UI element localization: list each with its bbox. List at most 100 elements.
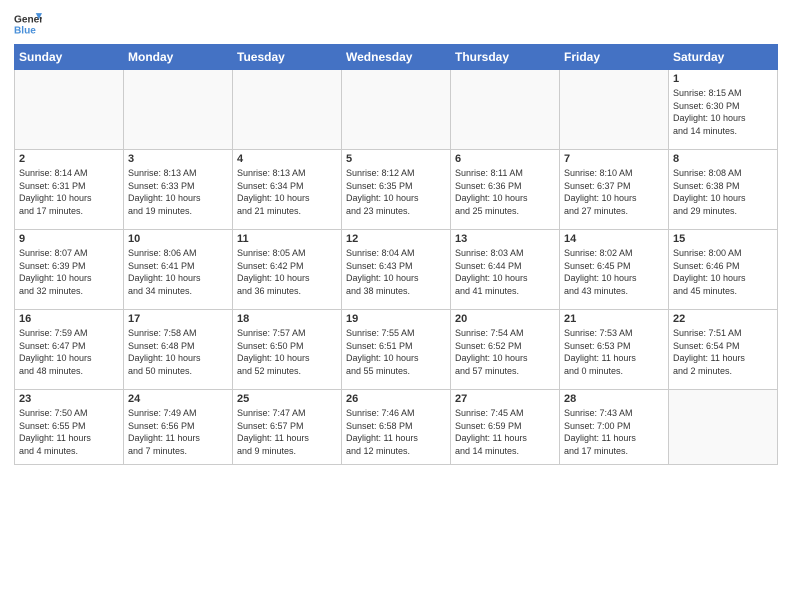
day-info: Sunrise: 8:02 AM Sunset: 6:45 PM Dayligh…: [564, 247, 664, 297]
weekday-header-wednesday: Wednesday: [342, 45, 451, 70]
day-number: 21: [564, 313, 664, 325]
day-info: Sunrise: 7:58 AM Sunset: 6:48 PM Dayligh…: [128, 327, 228, 377]
calendar-cell: 10 Sunrise: 8:06 AM Sunset: 6:41 PM Dayli…: [124, 230, 233, 310]
weekday-header-tuesday: Tuesday: [233, 45, 342, 70]
calendar-cell: 18 Sunrise: 7:57 AM Sunset: 6:50 PM Dayli…: [233, 310, 342, 390]
calendar-cell: 23 Sunrise: 7:50 AM Sunset: 6:55 PM Dayli…: [15, 390, 124, 465]
calendar-cell: 20 Sunrise: 7:54 AM Sunset: 6:52 PM Dayli…: [451, 310, 560, 390]
calendar-cell: 3 Sunrise: 8:13 AM Sunset: 6:33 PM Daylig…: [124, 150, 233, 230]
day-info: Sunrise: 8:11 AM Sunset: 6:36 PM Dayligh…: [455, 167, 555, 217]
weekday-header-thursday: Thursday: [451, 45, 560, 70]
day-info: Sunrise: 7:51 AM Sunset: 6:54 PM Dayligh…: [673, 327, 773, 377]
weekday-header-sunday: Sunday: [15, 45, 124, 70]
day-info: Sunrise: 8:15 AM Sunset: 6:30 PM Dayligh…: [673, 87, 773, 137]
day-number: 25: [237, 393, 337, 405]
weekday-header-row: SundayMondayTuesdayWednesdayThursdayFrid…: [15, 45, 778, 70]
calendar-cell: 13 Sunrise: 8:03 AM Sunset: 6:44 PM Dayli…: [451, 230, 560, 310]
day-number: 23: [19, 393, 119, 405]
logo-icon: General Blue: [14, 10, 42, 38]
day-number: 26: [346, 393, 446, 405]
weekday-header-saturday: Saturday: [669, 45, 778, 70]
day-info: Sunrise: 8:14 AM Sunset: 6:31 PM Dayligh…: [19, 167, 119, 217]
calendar-cell: 22 Sunrise: 7:51 AM Sunset: 6:54 PM Dayli…: [669, 310, 778, 390]
week-row-3: 9Sunrise: 8:07 AM Sunset: 6:39 PM Daylig…: [15, 230, 778, 310]
calendar-cell: [669, 390, 778, 465]
day-number: 16: [19, 313, 119, 325]
day-info: Sunrise: 7:47 AM Sunset: 6:57 PM Dayligh…: [237, 407, 337, 457]
day-number: 6: [455, 153, 555, 165]
calendar-cell: 9Sunrise: 8:07 AM Sunset: 6:39 PM Daylig…: [15, 230, 124, 310]
day-number: 2: [19, 153, 119, 165]
day-number: 15: [673, 233, 773, 245]
calendar-cell: 4 Sunrise: 8:13 AM Sunset: 6:34 PM Daylig…: [233, 150, 342, 230]
week-row-4: 16 Sunrise: 7:59 AM Sunset: 6:47 PM Dayli…: [15, 310, 778, 390]
calendar-cell: 26 Sunrise: 7:46 AM Sunset: 6:58 PM Dayli…: [342, 390, 451, 465]
calendar-cell: [560, 70, 669, 150]
calendar-cell: [124, 70, 233, 150]
day-info: Sunrise: 7:55 AM Sunset: 6:51 PM Dayligh…: [346, 327, 446, 377]
calendar-cell: 11Sunrise: 8:05 AM Sunset: 6:42 PM Dayli…: [233, 230, 342, 310]
day-number: 28: [564, 393, 664, 405]
day-info: Sunrise: 7:43 AM Sunset: 7:00 PM Dayligh…: [564, 407, 664, 457]
calendar-cell: 14 Sunrise: 8:02 AM Sunset: 6:45 PM Dayli…: [560, 230, 669, 310]
calendar-cell: 6 Sunrise: 8:11 AM Sunset: 6:36 PM Daylig…: [451, 150, 560, 230]
day-info: Sunrise: 8:03 AM Sunset: 6:44 PM Dayligh…: [455, 247, 555, 297]
calendar-cell: [233, 70, 342, 150]
day-info: Sunrise: 7:57 AM Sunset: 6:50 PM Dayligh…: [237, 327, 337, 377]
day-info: Sunrise: 7:50 AM Sunset: 6:55 PM Dayligh…: [19, 407, 119, 457]
week-row-5: 23 Sunrise: 7:50 AM Sunset: 6:55 PM Dayli…: [15, 390, 778, 465]
calendar-cell: 15 Sunrise: 8:00 AM Sunset: 6:46 PM Dayli…: [669, 230, 778, 310]
calendar-cell: [342, 70, 451, 150]
day-info: Sunrise: 8:13 AM Sunset: 6:33 PM Dayligh…: [128, 167, 228, 217]
day-number: 22: [673, 313, 773, 325]
day-number: 24: [128, 393, 228, 405]
weekday-header-monday: Monday: [124, 45, 233, 70]
day-number: 20: [455, 313, 555, 325]
day-number: 10: [128, 233, 228, 245]
calendar-cell: 27 Sunrise: 7:45 AM Sunset: 6:59 PM Dayli…: [451, 390, 560, 465]
calendar-cell: 5 Sunrise: 8:12 AM Sunset: 6:35 PM Daylig…: [342, 150, 451, 230]
day-info: Sunrise: 7:59 AM Sunset: 6:47 PM Dayligh…: [19, 327, 119, 377]
day-info: Sunrise: 7:54 AM Sunset: 6:52 PM Dayligh…: [455, 327, 555, 377]
logo: General Blue: [14, 10, 42, 38]
page-header: General Blue: [14, 10, 778, 38]
day-number: 5: [346, 153, 446, 165]
calendar-cell: 8 Sunrise: 8:08 AM Sunset: 6:38 PM Daylig…: [669, 150, 778, 230]
day-number: 12: [346, 233, 446, 245]
day-number: 7: [564, 153, 664, 165]
calendar-table: SundayMondayTuesdayWednesdayThursdayFrid…: [14, 44, 778, 465]
day-info: Sunrise: 8:12 AM Sunset: 6:35 PM Dayligh…: [346, 167, 446, 217]
day-number: 27: [455, 393, 555, 405]
day-info: Sunrise: 7:46 AM Sunset: 6:58 PM Dayligh…: [346, 407, 446, 457]
day-number: 13: [455, 233, 555, 245]
week-row-2: 2 Sunrise: 8:14 AM Sunset: 6:31 PM Daylig…: [15, 150, 778, 230]
day-number: 14: [564, 233, 664, 245]
day-number: 8: [673, 153, 773, 165]
calendar-cell: 25 Sunrise: 7:47 AM Sunset: 6:57 PM Dayli…: [233, 390, 342, 465]
day-number: 1: [673, 73, 773, 85]
calendar-cell: 28 Sunrise: 7:43 AM Sunset: 7:00 PM Dayli…: [560, 390, 669, 465]
calendar-cell: 24Sunrise: 7:49 AM Sunset: 6:56 PM Dayli…: [124, 390, 233, 465]
day-info: Sunrise: 8:08 AM Sunset: 6:38 PM Dayligh…: [673, 167, 773, 217]
day-info: Sunrise: 8:10 AM Sunset: 6:37 PM Dayligh…: [564, 167, 664, 217]
day-number: 3: [128, 153, 228, 165]
day-number: 17: [128, 313, 228, 325]
calendar-cell: [451, 70, 560, 150]
day-info: Sunrise: 8:13 AM Sunset: 6:34 PM Dayligh…: [237, 167, 337, 217]
calendar-cell: 7 Sunrise: 8:10 AM Sunset: 6:37 PM Daylig…: [560, 150, 669, 230]
day-number: 4: [237, 153, 337, 165]
day-info: Sunrise: 8:05 AM Sunset: 6:42 PM Dayligh…: [237, 247, 337, 297]
week-row-1: 1 Sunrise: 8:15 AM Sunset: 6:30 PM Daylig…: [15, 70, 778, 150]
day-info: Sunrise: 8:06 AM Sunset: 6:41 PM Dayligh…: [128, 247, 228, 297]
day-info: Sunrise: 7:53 AM Sunset: 6:53 PM Dayligh…: [564, 327, 664, 377]
day-info: Sunrise: 8:00 AM Sunset: 6:46 PM Dayligh…: [673, 247, 773, 297]
day-number: 18: [237, 313, 337, 325]
day-info: Sunrise: 7:45 AM Sunset: 6:59 PM Dayligh…: [455, 407, 555, 457]
day-number: 19: [346, 313, 446, 325]
calendar-cell: 12Sunrise: 8:04 AM Sunset: 6:43 PM Dayli…: [342, 230, 451, 310]
calendar-cell: 17 Sunrise: 7:58 AM Sunset: 6:48 PM Dayli…: [124, 310, 233, 390]
calendar-cell: [15, 70, 124, 150]
calendar-cell: 16 Sunrise: 7:59 AM Sunset: 6:47 PM Dayli…: [15, 310, 124, 390]
calendar-cell: 1 Sunrise: 8:15 AM Sunset: 6:30 PM Daylig…: [669, 70, 778, 150]
weekday-header-friday: Friday: [560, 45, 669, 70]
